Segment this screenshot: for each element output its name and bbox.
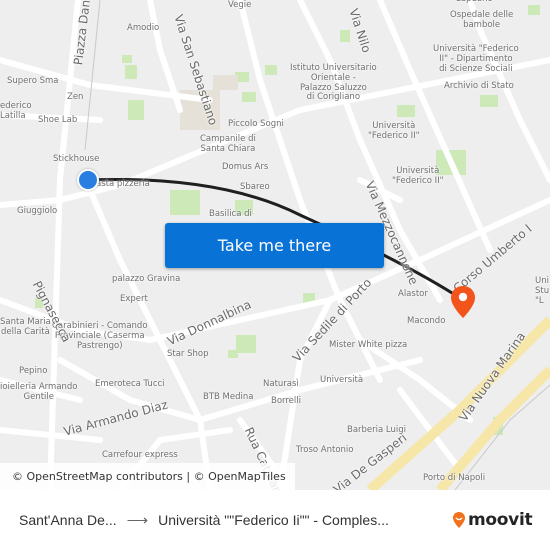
place-label: Mister White pizza (329, 340, 408, 350)
place-label: Pepino (19, 366, 48, 376)
moovit-logo[interactable]: moovit (452, 508, 533, 532)
place-label: Borrelli (271, 396, 301, 406)
place-label: Uni Stu "L (535, 276, 550, 306)
place-label: Università "Federico II" (368, 121, 420, 141)
place-label: Sbareo (240, 182, 270, 192)
place-label: ederico Latilla (0, 101, 32, 121)
place-label: Stickhouse (53, 154, 100, 164)
place-label: Università (320, 375, 364, 385)
place-label: asta pizzeria (96, 179, 150, 189)
place-label: Campanile di Santa Chiara (200, 134, 256, 154)
destination-pin-icon[interactable] (450, 285, 476, 319)
origin-marker-icon[interactable] (77, 169, 99, 191)
place-label: ioielleria Armando Gentile (0, 382, 78, 402)
place-label: Alastor (398, 289, 428, 299)
place-label: Piccolo Sogni (228, 119, 284, 129)
place-label: palazzo Gravina (112, 274, 181, 284)
place-label: Carrefour express (102, 450, 178, 460)
route-summary: Sant'Anna De... ⟶ Università ""Federico … (19, 490, 389, 550)
place-label: Ospedale delle bambole (450, 10, 514, 30)
destination-name: Università ""Federico Ii"" - Comples... (158, 512, 389, 528)
place-label: BTB Medina (203, 392, 254, 402)
arrow-right-icon: ⟶ (126, 512, 149, 529)
place-label: Zen (67, 92, 84, 102)
place-label: Amodio (127, 23, 160, 33)
place-label: Naturasì (263, 379, 299, 389)
footer-bar: Sant'Anna De... ⟶ Università ""Federico … (0, 490, 550, 550)
place-label: Shoe Lab (38, 115, 78, 125)
place-label: Emeroteca Tucci (95, 379, 165, 389)
map[interactable]: Vegie Capuano Amodio Ospedale delle bamb… (0, 0, 550, 490)
place-label: Archivio di Stato (444, 81, 514, 91)
place-label: Domus Ars (222, 162, 269, 172)
place-label: Supero Sma (7, 76, 59, 86)
place-label: Vegie (228, 0, 252, 10)
map-attribution[interactable]: © OpenStreetMap contributors | © OpenMap… (0, 463, 295, 490)
place-label: Expert (120, 294, 148, 304)
moovit-pin-icon (453, 512, 465, 528)
place-label: Capuano (455, 0, 493, 5)
moovit-wordmark: moovit (468, 510, 533, 530)
place-label: Troso Antonio (296, 445, 354, 455)
place-label: Porto di Napoli (423, 473, 486, 483)
place-label: Università "Federico II" - Dipartimento … (433, 44, 519, 74)
place-label: Santa Maria della Carità (0, 317, 51, 337)
place-label: Istituto Universitario Orientale - Palaz… (290, 63, 377, 103)
take-me-there-button[interactable]: Take me there (165, 223, 384, 268)
place-label: Star Shop (167, 349, 209, 359)
place-label: Macondo (407, 316, 446, 326)
place-label: Basilica di (209, 209, 252, 219)
place-label: Giuggiolo (17, 206, 58, 216)
place-label: Università "Federico II" (392, 166, 444, 186)
origin-name: Sant'Anna De... (19, 512, 117, 528)
